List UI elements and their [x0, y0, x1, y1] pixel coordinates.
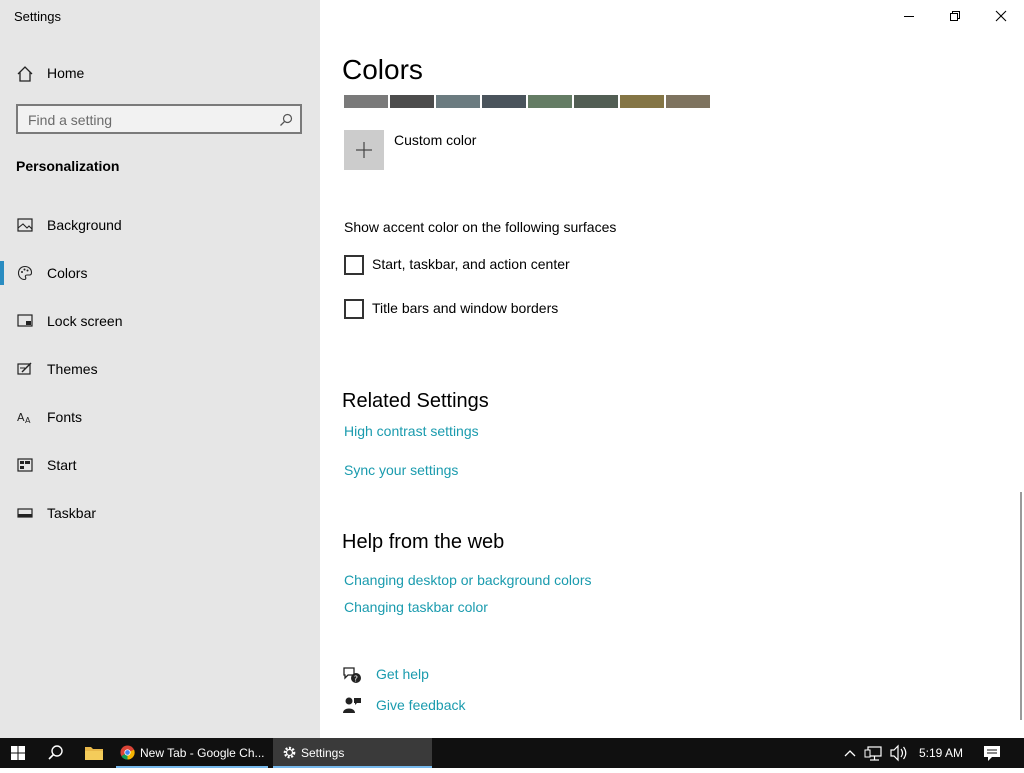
minimize-button[interactable]	[886, 0, 932, 32]
taskbar-search-button[interactable]	[38, 738, 74, 768]
file-explorer-button[interactable]	[76, 738, 112, 768]
sidebar-item-label: Themes	[47, 361, 98, 377]
sidebar-item-label: Lock screen	[47, 313, 123, 329]
search-box[interactable]	[16, 104, 302, 134]
image-icon	[17, 218, 33, 232]
surfaces-heading: Show accent color on the following surfa…	[344, 219, 617, 235]
home-icon	[17, 66, 33, 82]
start-button[interactable]	[0, 738, 36, 768]
sidebar-item-taskbar[interactable]: Taskbar	[0, 495, 320, 531]
color-swatch[interactable]	[620, 95, 664, 108]
color-swatch[interactable]	[436, 95, 480, 108]
taskbar-app-settings[interactable]: Settings	[273, 738, 432, 768]
help-heading: Help from the web	[342, 531, 505, 553]
show-hidden-icons-button[interactable]	[840, 738, 860, 768]
svg-text:A: A	[25, 416, 31, 425]
color-swatch[interactable]	[528, 95, 572, 108]
minimize-icon	[904, 16, 914, 17]
palette-icon	[17, 265, 33, 281]
custom-color-label[interactable]: Custom color	[394, 132, 476, 148]
taskbar: New Tab - Google Ch... Settings 5:19 AM	[0, 738, 1024, 768]
checkbox-label: Start, taskbar, and action center	[372, 256, 570, 272]
color-swatches	[344, 95, 712, 108]
give-feedback-link[interactable]: Give feedback	[376, 697, 466, 713]
action-center-button[interactable]	[978, 738, 1006, 768]
search-input[interactable]	[26, 110, 270, 130]
color-swatch[interactable]	[574, 95, 618, 108]
fonts-icon: A A	[17, 411, 31, 425]
checkbox[interactable]	[344, 255, 364, 275]
svg-text:?: ?	[354, 675, 358, 684]
search-icon	[48, 745, 63, 760]
folder-icon	[85, 747, 103, 760]
color-swatch[interactable]	[482, 95, 526, 108]
checkbox-label: Title bars and window borders	[372, 300, 559, 316]
sidebar-item-label: Taskbar	[47, 505, 97, 521]
taskbar-app-label: New Tab - Google Ch...	[140, 746, 265, 760]
sync-settings-link[interactable]: Sync your settings	[344, 462, 458, 478]
high-contrast-link[interactable]: High contrast settings	[344, 423, 479, 439]
close-button[interactable]	[978, 0, 1024, 32]
selection-indicator	[0, 261, 4, 285]
sidebar: Settings Home Personalization Background…	[0, 0, 320, 738]
restore-icon	[950, 11, 960, 21]
sidebar-item-background[interactable]: Background	[0, 207, 320, 243]
sidebar-item-colors[interactable]: Colors	[0, 255, 320, 291]
themes-icon	[17, 362, 32, 375]
gear-icon	[283, 746, 296, 759]
help-link-taskbar-color[interactable]: Changing taskbar color	[344, 599, 488, 615]
notification-icon	[984, 746, 1000, 761]
restore-button[interactable]	[932, 0, 978, 32]
feedback-icon	[343, 697, 361, 713]
page-title: Colors	[342, 54, 423, 85]
search-icon[interactable]	[279, 113, 293, 127]
taskbar-app-chrome[interactable]: New Tab - Google Ch...	[116, 738, 268, 768]
chrome-icon	[120, 745, 135, 760]
taskbar-clock[interactable]: 5:19 AM	[919, 746, 963, 760]
section-title: Personalization	[16, 158, 120, 174]
taskbar-icon	[17, 508, 33, 518]
lock-screen-icon	[17, 314, 33, 327]
sidebar-item-label: Colors	[47, 265, 88, 281]
main-content: Colors Custom color Show accent color on…	[320, 0, 1024, 738]
taskbar-app-label: Settings	[301, 746, 345, 760]
custom-color-button[interactable]	[344, 130, 384, 170]
window-title: Settings	[14, 9, 61, 24]
help-link-background-colors[interactable]: Changing desktop or background colors	[344, 572, 592, 588]
volume-button[interactable]	[887, 738, 911, 768]
start-icon	[17, 458, 33, 472]
sidebar-item-label: Background	[47, 217, 122, 233]
sidebar-item-start[interactable]: Start	[0, 447, 320, 483]
plus-icon	[356, 142, 372, 158]
related-settings-heading: Related Settings	[342, 390, 489, 412]
chevron-up-icon	[844, 750, 856, 757]
close-icon	[995, 10, 1007, 22]
color-swatch[interactable]	[666, 95, 710, 108]
sidebar-item-label: Start	[47, 457, 77, 473]
svg-text:A: A	[17, 411, 25, 424]
sidebar-item-fonts[interactable]: A A Fonts	[0, 399, 320, 435]
get-help-icon: ?	[343, 667, 361, 684]
checkbox[interactable]	[344, 299, 364, 319]
speaker-icon	[890, 744, 907, 762]
color-swatch[interactable]	[390, 95, 434, 108]
windows-logo-icon	[11, 746, 25, 760]
sidebar-item-themes[interactable]: Themes	[0, 351, 320, 387]
sidebar-home-label: Home	[47, 65, 85, 81]
color-swatch[interactable]	[344, 95, 388, 108]
get-help-link[interactable]: Get help	[376, 666, 429, 682]
network-button[interactable]	[862, 738, 886, 768]
scrollbar[interactable]	[1020, 492, 1022, 720]
sidebar-item-lock-screen[interactable]: Lock screen	[0, 303, 320, 339]
sidebar-item-label: Fonts	[47, 409, 83, 425]
sidebar-home[interactable]: Home	[0, 60, 320, 86]
network-icon	[864, 746, 882, 761]
